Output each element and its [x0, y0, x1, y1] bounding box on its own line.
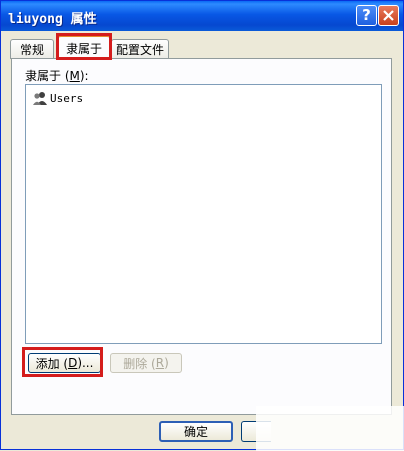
close-button[interactable]	[378, 5, 399, 26]
group-icon	[33, 92, 47, 105]
help-button[interactable]: ?	[356, 5, 377, 26]
tab-panel: 隶属于 (M): Users 添加 (D)... 删除 (R)	[11, 58, 392, 415]
tab-profile[interactable]: 配置文件	[111, 39, 169, 59]
title-bar[interactable]: liuyong 属性 ?	[1, 1, 403, 31]
ok-button[interactable]: 确定	[159, 421, 233, 442]
list-item[interactable]: Users	[32, 89, 83, 107]
group-name: Users	[50, 91, 84, 105]
member-of-list[interactable]: Users	[25, 84, 382, 344]
member-of-label: 隶属于 (M):	[25, 69, 89, 83]
properties-dialog: liuyong 属性 ? 常规 隶属于 配置文件 隶属于 (M): Users …	[0, 0, 404, 451]
tab-member-of[interactable]: 隶属于	[58, 35, 110, 60]
watermark-overlay	[256, 406, 404, 451]
window-title: liuyong 属性	[8, 12, 97, 27]
tab-general[interactable]: 常规	[10, 39, 54, 59]
add-button[interactable]: 添加 (D)...	[28, 353, 101, 373]
help-icon: ?	[362, 6, 371, 24]
close-icon	[383, 10, 394, 21]
remove-button[interactable]: 删除 (R)	[110, 353, 182, 373]
